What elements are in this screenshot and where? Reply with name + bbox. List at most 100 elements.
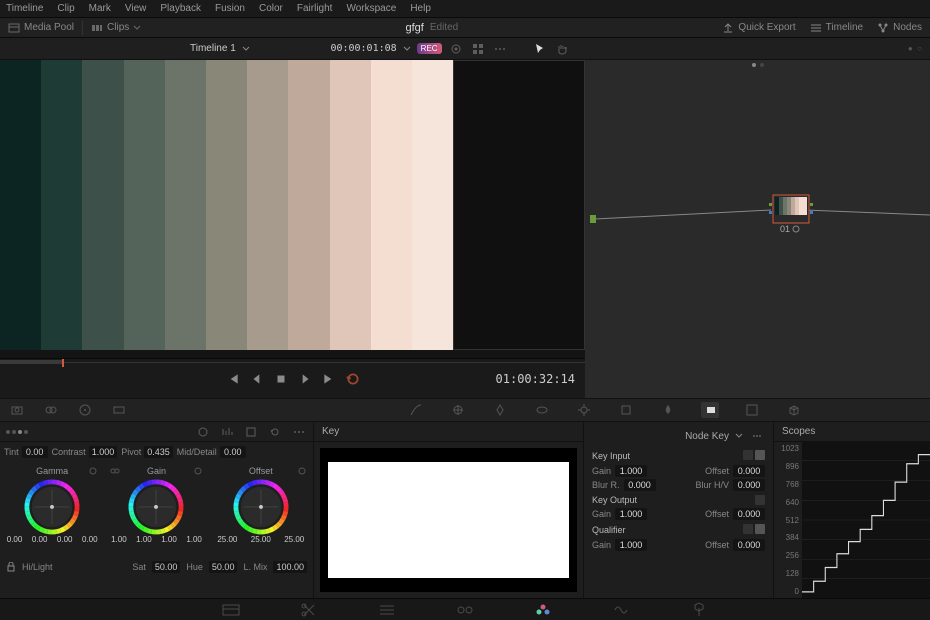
camera-raw-icon[interactable] — [8, 402, 26, 418]
timeline-name[interactable]: Timeline 1 — [190, 43, 236, 54]
chevron-down-icon[interactable] — [242, 45, 250, 53]
color-match-icon[interactable] — [42, 402, 60, 418]
wheel-value[interactable]: 1.00 — [161, 535, 177, 544]
wheel-value[interactable]: 1.00 — [111, 535, 127, 544]
warper-icon[interactable] — [449, 402, 467, 418]
wheel-value[interactable]: 0.00 — [57, 535, 73, 544]
ko-gain-value[interactable]: 1.000 — [615, 508, 647, 520]
wheels-icon[interactable] — [76, 402, 94, 418]
reset-icon[interactable] — [88, 466, 98, 476]
matte-icon[interactable] — [755, 524, 765, 534]
tracking-icon[interactable] — [575, 402, 593, 418]
clips-button[interactable]: Clips — [91, 22, 141, 34]
tint-value[interactable]: 0.00 — [22, 446, 48, 458]
hand-tool-icon[interactable] — [554, 41, 570, 57]
ki-blurhv-value[interactable]: 0.000 — [733, 479, 765, 491]
media-page-icon[interactable] — [222, 602, 240, 618]
menu-help[interactable]: Help — [410, 3, 431, 14]
magic-mask-icon[interactable] — [617, 402, 635, 418]
wheel-gamma[interactable]: Gamma0.000.000.000.00 — [0, 462, 104, 558]
ki-offset-value[interactable]: 0.000 — [733, 465, 765, 477]
fairlight-page-icon[interactable] — [612, 602, 630, 618]
rec-pill[interactable]: REC — [417, 43, 442, 54]
contrast-value[interactable]: 1.000 — [89, 446, 118, 458]
sat-value[interactable]: 50.00 — [152, 561, 181, 573]
qualifier-icon[interactable] — [491, 402, 509, 418]
matte-icon[interactable] — [755, 450, 765, 460]
next-clip-icon[interactable] — [322, 372, 336, 386]
sizing-icon[interactable] — [743, 402, 761, 418]
wheel-value[interactable]: 0.00 — [82, 535, 98, 544]
waveform-scope[interactable] — [802, 442, 930, 598]
prev-clip-icon[interactable] — [226, 372, 240, 386]
quick-export-button[interactable]: Quick Export — [722, 22, 795, 34]
options-icon[interactable] — [492, 41, 508, 57]
menu-workspace[interactable]: Workspace — [346, 3, 396, 14]
nodes-button[interactable]: Nodes — [877, 22, 922, 34]
transport-timecode[interactable]: 01:00:32:14 — [496, 372, 575, 386]
3d-icon[interactable] — [785, 402, 803, 418]
deliver-page-icon[interactable] — [690, 602, 708, 618]
invert-icon[interactable] — [755, 495, 765, 505]
lock-icon[interactable] — [6, 562, 16, 572]
wheel-value[interactable]: 1.00 — [186, 535, 202, 544]
wheel-value[interactable]: 25.00 — [217, 535, 237, 544]
color-page-icon[interactable] — [534, 602, 552, 618]
q-gain-value[interactable]: 1.000 — [615, 539, 647, 551]
wheels-mode-icon[interactable] — [195, 424, 211, 440]
wheel-page-dots[interactable] — [6, 430, 28, 434]
wheel-value[interactable]: 0.00 — [7, 535, 23, 544]
node-graph[interactable]: 01 — [585, 60, 930, 398]
fusion-page-icon[interactable] — [456, 602, 474, 618]
key-icon[interactable] — [701, 402, 719, 418]
menu-view[interactable]: View — [125, 3, 147, 14]
play-icon[interactable] — [298, 372, 312, 386]
menu-fairlight[interactable]: Fairlight — [297, 3, 333, 14]
wheel-value[interactable]: 25.00 — [251, 535, 271, 544]
pointer-tool-icon[interactable] — [532, 41, 548, 57]
hue-value[interactable]: 50.00 — [209, 561, 238, 573]
log-mode-icon[interactable] — [243, 424, 259, 440]
ki-gain-value[interactable]: 1.000 — [615, 465, 647, 477]
loop-icon[interactable] — [346, 372, 360, 386]
timeline-button[interactable]: Timeline — [810, 22, 863, 34]
ko-offset-value[interactable]: 0.000 — [733, 508, 765, 520]
blur-icon[interactable] — [659, 402, 677, 418]
options-icon[interactable] — [291, 424, 307, 440]
ki-blur-value[interactable]: 0.000 — [624, 479, 656, 491]
color-node[interactable] — [769, 195, 813, 223]
lmix-value[interactable]: 100.00 — [273, 561, 307, 573]
invert-icon[interactable] — [743, 524, 753, 534]
chevron-down-icon[interactable] — [403, 45, 411, 53]
wheel-value[interactable]: 25.00 — [284, 535, 304, 544]
edit-page-icon[interactable] — [378, 602, 396, 618]
viewer-timecode[interactable]: 00:00:01:08 — [330, 43, 396, 54]
middetail-value[interactable]: 0.00 — [220, 446, 246, 458]
menu-fusion[interactable]: Fusion — [215, 3, 245, 14]
stop-icon[interactable] — [274, 372, 288, 386]
cut-page-icon[interactable] — [300, 602, 318, 618]
bars-mode-icon[interactable] — [219, 424, 235, 440]
scrub-bar[interactable] — [0, 359, 585, 367]
invert-icon[interactable] — [743, 450, 753, 460]
hdr-icon[interactable] — [110, 402, 128, 418]
menu-color[interactable]: Color — [259, 3, 283, 14]
menu-playback[interactable]: Playback — [160, 3, 201, 14]
grid-icon[interactable] — [470, 41, 486, 57]
options-icon[interactable] — [749, 428, 765, 444]
pivot-value[interactable]: 0.435 — [144, 446, 173, 458]
wheel-gain[interactable]: Gain1.001.001.001.00 — [104, 462, 208, 558]
wheel-value[interactable]: 0.00 — [32, 535, 48, 544]
menu-clip[interactable]: Clip — [57, 3, 74, 14]
chevron-down-icon[interactable] — [735, 432, 743, 440]
nodekey-label[interactable]: Node Key — [685, 431, 729, 442]
q-offset-value[interactable]: 0.000 — [733, 539, 765, 551]
media-pool-button[interactable]: Media Pool — [8, 22, 74, 34]
wheel-value[interactable]: 1.00 — [136, 535, 152, 544]
menu-timeline[interactable]: Timeline — [6, 3, 43, 14]
node-input-icon[interactable] — [590, 215, 596, 223]
curves-icon[interactable] — [407, 402, 425, 418]
reset-icon[interactable] — [193, 466, 203, 476]
wheel-offset[interactable]: Offset25.0025.0025.00 — [209, 462, 313, 558]
step-back-icon[interactable] — [250, 372, 264, 386]
